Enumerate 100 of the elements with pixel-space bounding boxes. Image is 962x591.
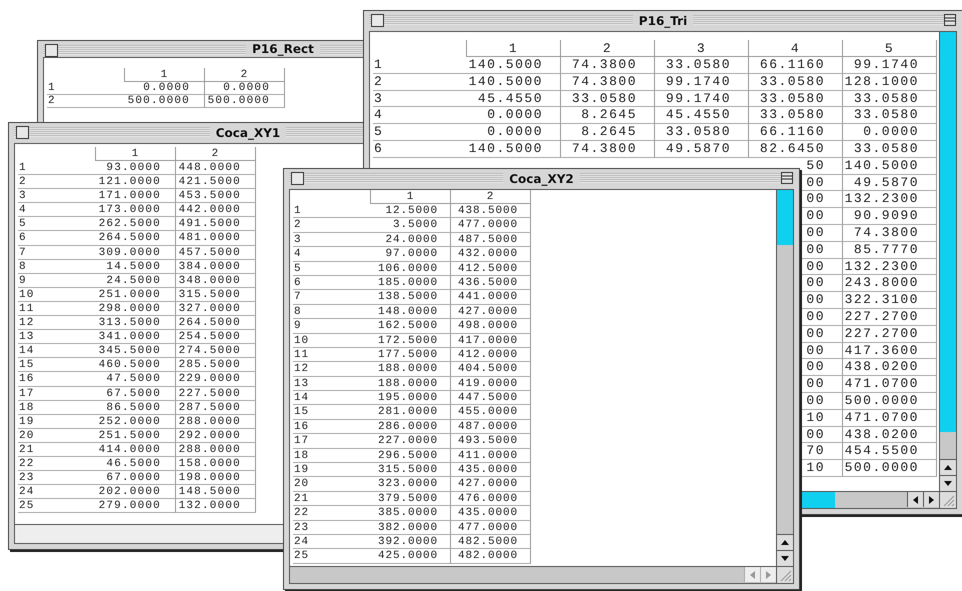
row-header: 22 [293,506,371,521]
row-header: 2 [18,175,96,190]
table-cell: 00 [806,191,825,206]
row-header: 16 [293,420,371,434]
table-cell: 417.3600 [843,342,937,360]
table-cell: 74.3800 [561,57,655,74]
table-cell: 10 [806,460,825,476]
table-cell: 447.5000 [451,391,531,406]
row-header: 4 [293,247,371,262]
table-cell: 379.5000 [371,492,451,506]
collapse-box-icon[interactable] [781,172,793,184]
row-header: 17 [18,386,96,401]
table-cell: 50 [806,158,825,173]
table-cell: 140.5000 [467,140,561,158]
row-header: 21 [18,442,96,457]
table-cell: 427.0000 [451,304,531,320]
row-header: 1 [47,82,125,95]
collapse-box-icon[interactable] [944,14,956,26]
table-cell: 327.0000 [176,302,256,316]
scroll-thumb[interactable] [777,190,793,245]
table-cell: 121.0000 [96,175,176,190]
scroll-down-button[interactable] [777,550,793,566]
resize-handle-icon[interactable] [776,567,793,583]
table-cell: 3.5000 [371,218,451,233]
table-cell: 00 [806,275,825,290]
row-header: 1 [373,57,467,74]
table-cell: 384.0000 [176,260,256,274]
row-header: 11 [18,302,96,316]
table-cell: 254.5000 [176,330,256,344]
table-cell: 140.5000 [467,74,561,91]
table-cell: 138.5000 [371,290,451,305]
table-cell: 251.5000 [96,428,176,443]
close-box[interactable] [371,14,384,27]
scroll-right-button[interactable] [923,492,939,507]
column-header: 2 [451,190,531,204]
row-header: 23 [293,520,371,535]
scroll-up-button[interactable] [940,459,956,475]
right-arrow-icon [766,570,771,578]
window-title: Coca_XY1 [210,126,286,140]
close-box[interactable] [45,44,58,57]
column-header: 1 [125,68,205,82]
table-cell: 0.0000 [843,124,937,141]
scroll-up-button[interactable] [777,534,793,550]
table-cell: 264.5000 [176,316,256,330]
row-header: 2 [373,74,467,91]
row-header: 8 [293,304,371,320]
column-header: 1 [467,40,561,57]
table-cell: 279.0000 [96,499,176,514]
table-cell: 448.0000 [176,161,256,176]
table-cell: 421.5000 [176,175,256,190]
table-cell: 00 [806,342,825,358]
row-header: 9 [18,274,96,288]
up-arrow-icon [781,540,789,545]
table-cell: 382.0000 [371,520,451,535]
table-cell: 438.0200 [843,359,937,376]
table-cell: 481.0000 [176,231,256,246]
table-cell: 00 [806,326,825,341]
table-cell: 476.0000 [451,492,531,506]
row-header: 4 [373,107,467,124]
table-cell: 432.0000 [451,247,531,262]
row-header: 25 [293,549,371,564]
scroll-thumb[interactable] [940,32,956,432]
scroll-thumb[interactable] [800,492,835,508]
table-cell: 00 [806,224,825,240]
table-cell: 287.5000 [176,400,256,415]
table-cell: 313.5000 [96,316,176,330]
scroll-left-button[interactable] [907,492,923,507]
row-header: 15 [293,405,371,420]
row-header: 24 [293,534,371,550]
resize-handle-icon[interactable] [939,492,956,508]
table-cell: 148.0000 [371,304,451,320]
vertical-scrollbar[interactable] [776,190,793,566]
scroll-down-button[interactable] [940,475,956,491]
vertical-scrollbar[interactable] [939,32,956,491]
table-cell: 435.0000 [451,506,531,521]
table-cell: 00 [806,292,825,308]
table-cell: 477.0000 [451,520,531,535]
table-cell: 33.0580 [843,90,937,108]
table-cell: 0.0000 [205,82,285,95]
row-header: 22 [18,456,96,472]
table-cell: 341.0000 [96,330,176,344]
table-cell: 322.3100 [843,292,937,309]
table-cell: 173.0000 [96,203,176,218]
table-cell: 427.0000 [451,477,531,492]
table-cell: 0.0000 [467,107,561,124]
up-arrow-icon [944,465,952,470]
table-cell: 67.0000 [96,471,176,486]
table-cell: 285.5000 [176,358,256,372]
close-box[interactable] [291,172,304,185]
table-cell: 97.0000 [371,247,451,262]
column-header: 1 [96,147,176,161]
table-cell: 86.5000 [96,400,176,415]
table-cell: 49.5870 [843,174,937,192]
table-cell: 14.5000 [96,260,176,274]
table-cell: 00 [806,392,825,408]
table-cell: 453.5000 [176,189,256,204]
close-box[interactable] [16,126,29,139]
table-cell: 00 [806,308,825,324]
table-cell: 243.8000 [843,275,937,292]
table-cell: 66.1160 [749,124,843,141]
